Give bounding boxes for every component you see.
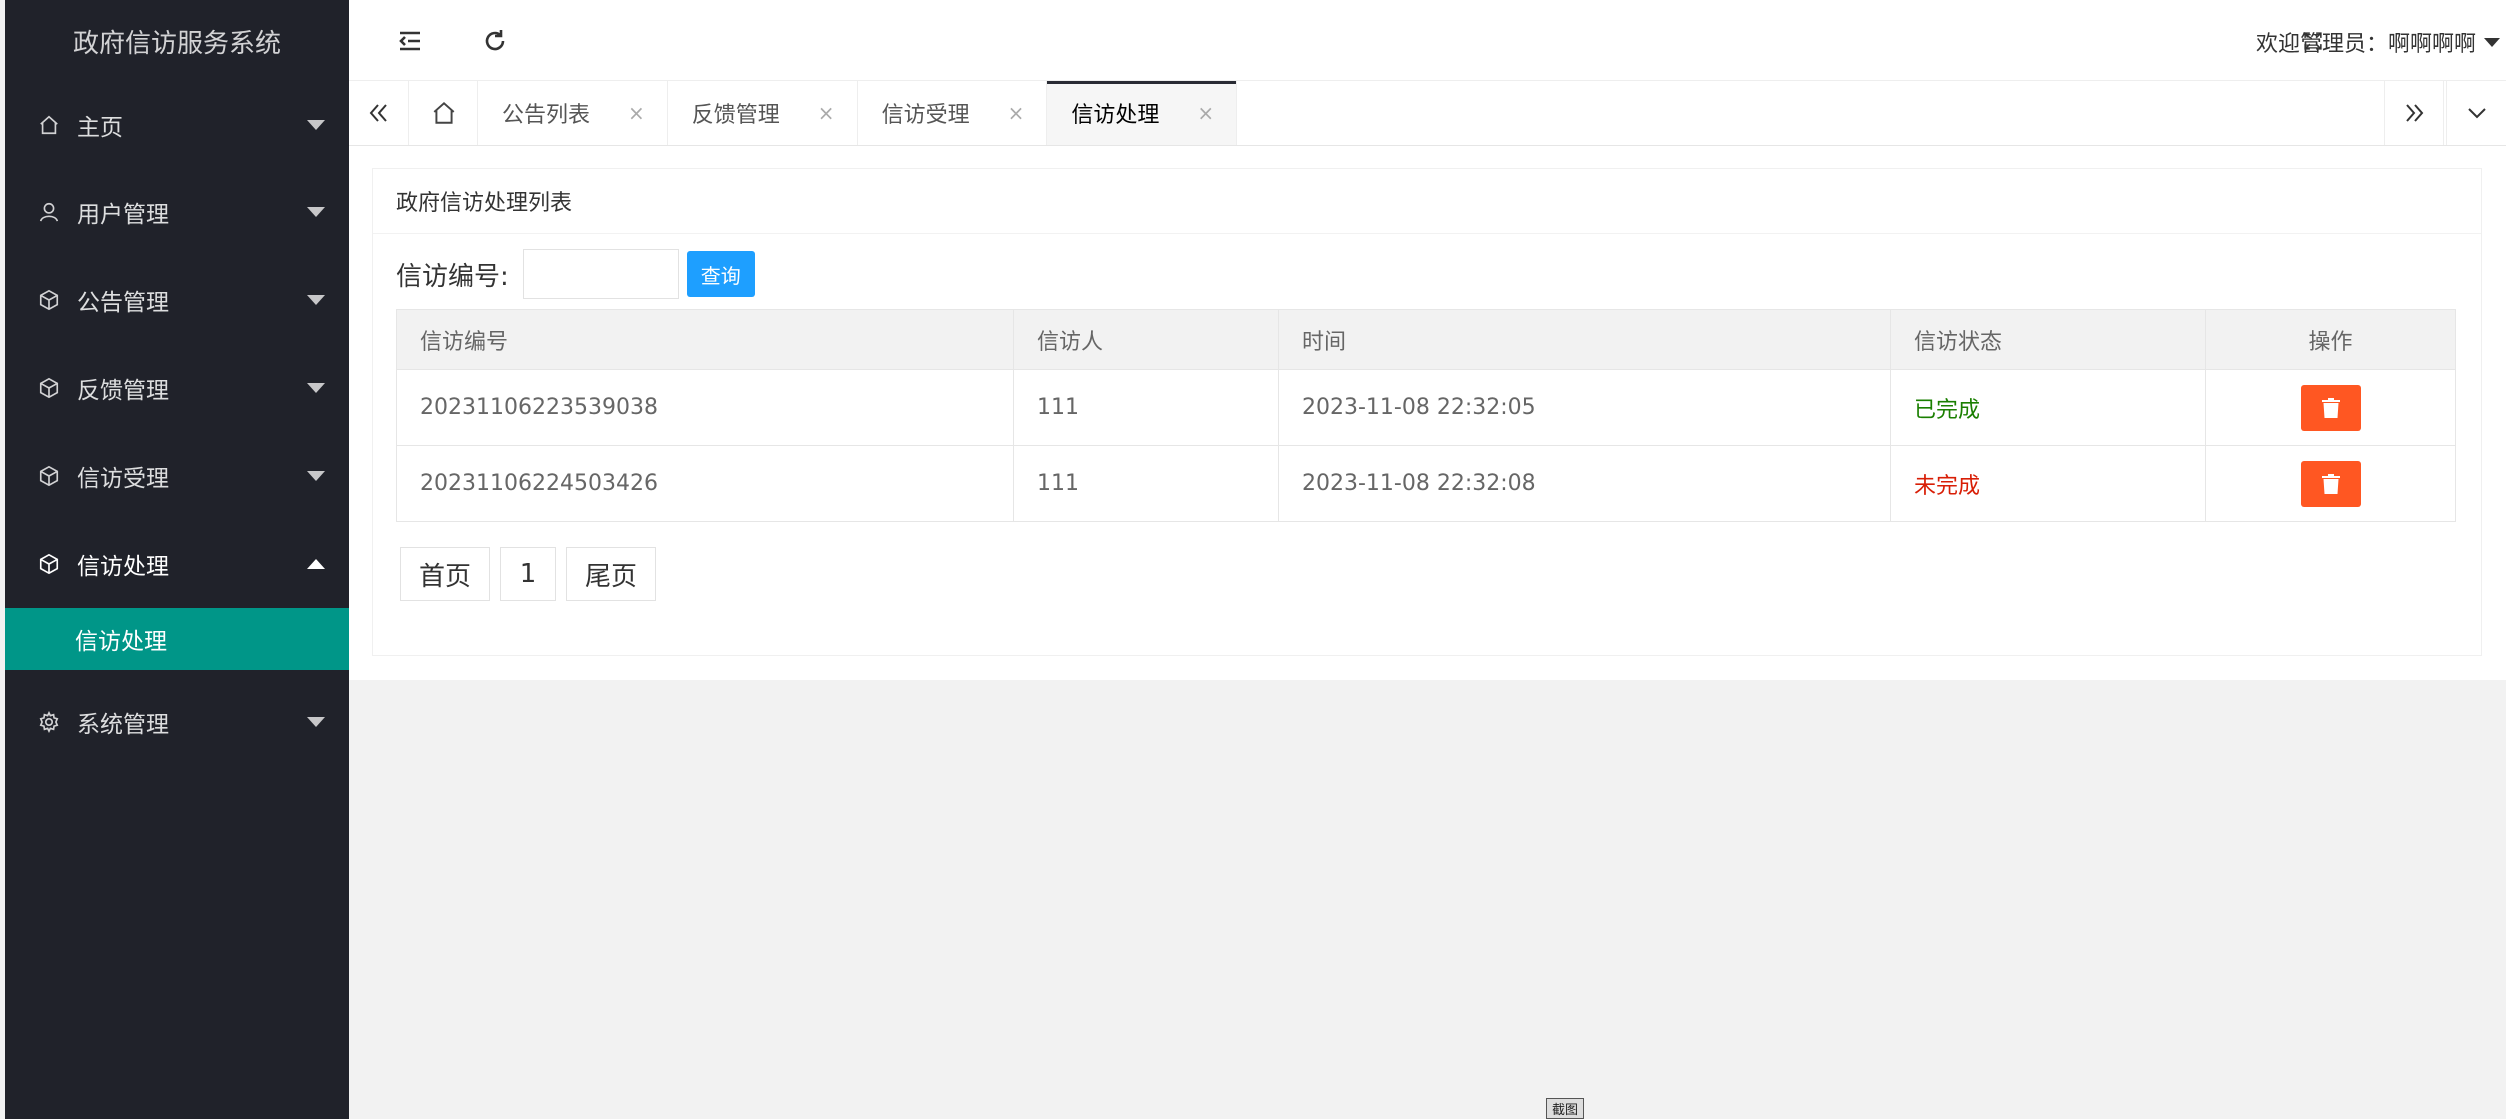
column-header: 信访编号	[396, 309, 1014, 370]
cell-actions	[2205, 369, 2456, 446]
sidebar-item-label: 反馈管理	[77, 378, 169, 404]
sidebar: 政府信访服务系统 主页 用户管理 公告管理 反馈管理 信访受理 信访处理 信访处…	[5, 0, 349, 1119]
trash-icon	[2321, 397, 2340, 418]
page-number-button[interactable]: 1	[500, 547, 556, 601]
cell-petition-id: 20231106224503426	[396, 445, 1014, 522]
cell-petition-id: 20231106223539038	[396, 369, 1014, 446]
cube-icon	[35, 462, 63, 490]
sidebar-item-petition-accept[interactable]: 信访受理	[5, 432, 349, 520]
sidebar-item-label: 用户管理	[77, 202, 169, 228]
petition-table: 信访编号 信访人 时间 信访状态 操作 20231106223539038 11…	[396, 309, 2456, 522]
chevron-down-icon	[307, 471, 325, 481]
close-icon[interactable]: ×	[1008, 101, 1025, 125]
user-icon	[35, 198, 63, 226]
close-icon[interactable]: ×	[1197, 101, 1214, 125]
column-header: 信访状态	[1890, 309, 2206, 370]
chevron-down-icon	[307, 207, 325, 217]
tab-home[interactable]	[411, 81, 478, 145]
tab-feedback[interactable]: 反馈管理 ×	[668, 81, 858, 145]
petition-list-card: 政府信访处理列表 信访编号: 查询 信访编号 信访人 时间 信访状态 操作 20…	[372, 168, 2482, 656]
sidebar-item-label: 信访受理	[77, 466, 169, 492]
sidebar-item-label: 公告管理	[77, 290, 169, 316]
trash-icon	[2321, 473, 2340, 494]
tab-label: 信访处理	[1071, 103, 1160, 128]
top-header: 欢迎管理员：啊啊啊啊	[349, 0, 2506, 81]
table-header-row: 信访编号 信访人 时间 信访状态 操作	[396, 309, 2456, 370]
tabs: 公告列表 × 反馈管理 × 信访受理 × 信访处理 ×	[411, 81, 1238, 145]
chevron-down-icon	[307, 383, 325, 393]
cell-petitioner: 111	[1013, 369, 1279, 446]
first-page-button[interactable]: 首页	[400, 547, 490, 601]
menu-collapse-icon	[399, 31, 420, 51]
close-icon[interactable]: ×	[818, 101, 835, 125]
collapse-menu-button[interactable]	[391, 22, 429, 60]
double-chevron-left-icon	[369, 104, 387, 122]
chevron-down-icon	[2467, 108, 2486, 119]
home-icon	[35, 111, 63, 139]
tabs-menu-button[interactable]	[2446, 81, 2506, 145]
cube-icon	[35, 550, 63, 578]
cube-icon	[35, 374, 63, 402]
tab-label: 反馈管理	[691, 103, 780, 128]
sidebar-item-label: 系统管理	[77, 712, 169, 738]
tabs-scroll-left-button[interactable]	[349, 81, 409, 145]
sidebar-item-home[interactable]: 主页	[5, 82, 349, 168]
cube-icon	[35, 286, 63, 314]
sidebar-item-system[interactable]: 系统管理	[5, 670, 349, 774]
screenshot-tool-label[interactable]: 截图	[1546, 1098, 1584, 1119]
cell-petitioner: 111	[1013, 445, 1279, 522]
app-title: 政府信访服务系统	[72, 28, 281, 59]
chevron-down-icon	[307, 717, 325, 727]
double-chevron-right-icon	[2406, 104, 2424, 122]
column-header: 时间	[1278, 309, 1891, 370]
petition-id-input[interactable]	[522, 249, 679, 299]
column-header: 信访人	[1013, 309, 1279, 370]
sidebar-item-label: 信访处理	[77, 554, 169, 580]
sidebar-item-feedback[interactable]: 反馈管理	[5, 344, 349, 432]
column-header: 操作	[2205, 309, 2456, 370]
sidebar-item-users[interactable]: 用户管理	[5, 168, 349, 256]
last-page-button[interactable]: 尾页	[566, 547, 656, 601]
sidebar-item-announcements[interactable]: 公告管理	[5, 256, 349, 344]
cell-status: 未完成	[1890, 445, 2206, 522]
delete-button[interactable]	[2300, 460, 2361, 507]
home-icon	[433, 101, 455, 124]
tabs-bar: 公告列表 × 反馈管理 × 信访受理 × 信访处理 ×	[349, 81, 2506, 146]
chevron-down-icon	[307, 295, 325, 305]
cell-actions	[2205, 445, 2456, 522]
sidebar-subitem-petition-handle[interactable]: 信访处理	[5, 608, 349, 670]
chevron-up-icon	[307, 559, 325, 569]
welcome-text: 欢迎管理员：啊啊啊啊	[2255, 32, 2476, 57]
cell-status: 已完成	[1890, 369, 2206, 446]
tabs-scroll-right-button[interactable]	[2384, 81, 2444, 145]
user-menu[interactable]: 欢迎管理员：啊啊啊啊	[2256, 26, 2500, 58]
table-row: 20231106223539038 111 2023-11-08 22:32:0…	[396, 369, 2456, 446]
delete-button[interactable]	[2300, 384, 2361, 431]
cell-time: 2023-11-08 22:32:08	[1278, 445, 1891, 522]
chevron-down-icon	[307, 120, 325, 130]
query-button[interactable]: 查询	[686, 251, 755, 297]
close-icon[interactable]: ×	[628, 101, 645, 125]
table-row: 20231106224503426 111 2023-11-08 22:32:0…	[396, 445, 2456, 522]
search-form: 信访编号: 查询	[396, 249, 755, 299]
tab-announcement-list[interactable]: 公告列表 ×	[478, 81, 668, 145]
tab-petition-accept[interactable]: 信访受理 ×	[858, 81, 1048, 145]
refresh-button[interactable]	[476, 22, 514, 60]
sidebar-item-petition-handle[interactable]: 信访处理	[5, 520, 349, 608]
pagination: 首页 1 尾页	[400, 547, 666, 601]
refresh-icon	[485, 30, 505, 51]
card-title: 政府信访处理列表	[373, 169, 2481, 234]
tab-petition-handle[interactable]: 信访处理 ×	[1047, 81, 1238, 145]
gear-icon	[35, 708, 63, 736]
cell-time: 2023-11-08 22:32:05	[1278, 369, 1891, 446]
tab-label: 公告列表	[502, 103, 591, 128]
sidebar-item-label: 主页	[77, 115, 123, 141]
caret-down-icon	[2484, 37, 2500, 47]
search-label: 信访编号:	[396, 261, 509, 292]
tab-label: 信访受理	[881, 103, 970, 128]
